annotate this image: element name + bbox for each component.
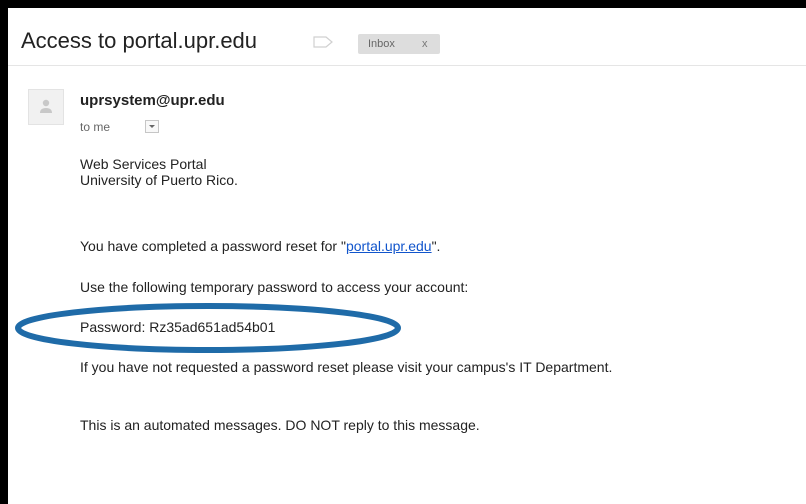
inbox-label: Inbox xyxy=(368,38,395,50)
details-dropdown-button[interactable] xyxy=(145,120,159,133)
person-icon xyxy=(40,99,52,113)
password-highlight-ellipse xyxy=(15,303,401,353)
remove-label-button[interactable]: x xyxy=(422,34,428,54)
recipient-line: to me xyxy=(80,120,111,134)
sender-email[interactable]: uprsystem@upr.edu xyxy=(80,92,225,110)
portal-link[interactable]: portal.upr.edu xyxy=(346,238,432,254)
subject-bar: Access to portal.upr.edu Inbox x xyxy=(8,8,806,66)
reset-notice: You have completed a password reset for … xyxy=(80,238,440,254)
inbox-label-chip[interactable]: Inbox x xyxy=(358,34,440,54)
email-subject: Access to portal.upr.edu xyxy=(21,28,258,53)
chevron-down-icon xyxy=(149,125,155,128)
reset-notice-prefix: You have completed a password reset for … xyxy=(80,238,346,254)
org-name-line: Web Services Portal xyxy=(80,156,207,172)
password-instructions: Use the following temporary password to … xyxy=(80,279,469,295)
org-university-line: University of Puerto Rico. xyxy=(80,172,238,188)
avatar xyxy=(28,89,64,125)
label-outline-icon[interactable] xyxy=(313,36,333,48)
reset-notice-suffix: ". xyxy=(431,238,441,254)
not-requested-notice: If you have not requested a password res… xyxy=(80,359,613,375)
email-view: Access to portal.upr.edu Inbox x uprsyst… xyxy=(8,8,806,504)
automated-message-note: This is an automated messages. DO NOT re… xyxy=(80,417,480,433)
